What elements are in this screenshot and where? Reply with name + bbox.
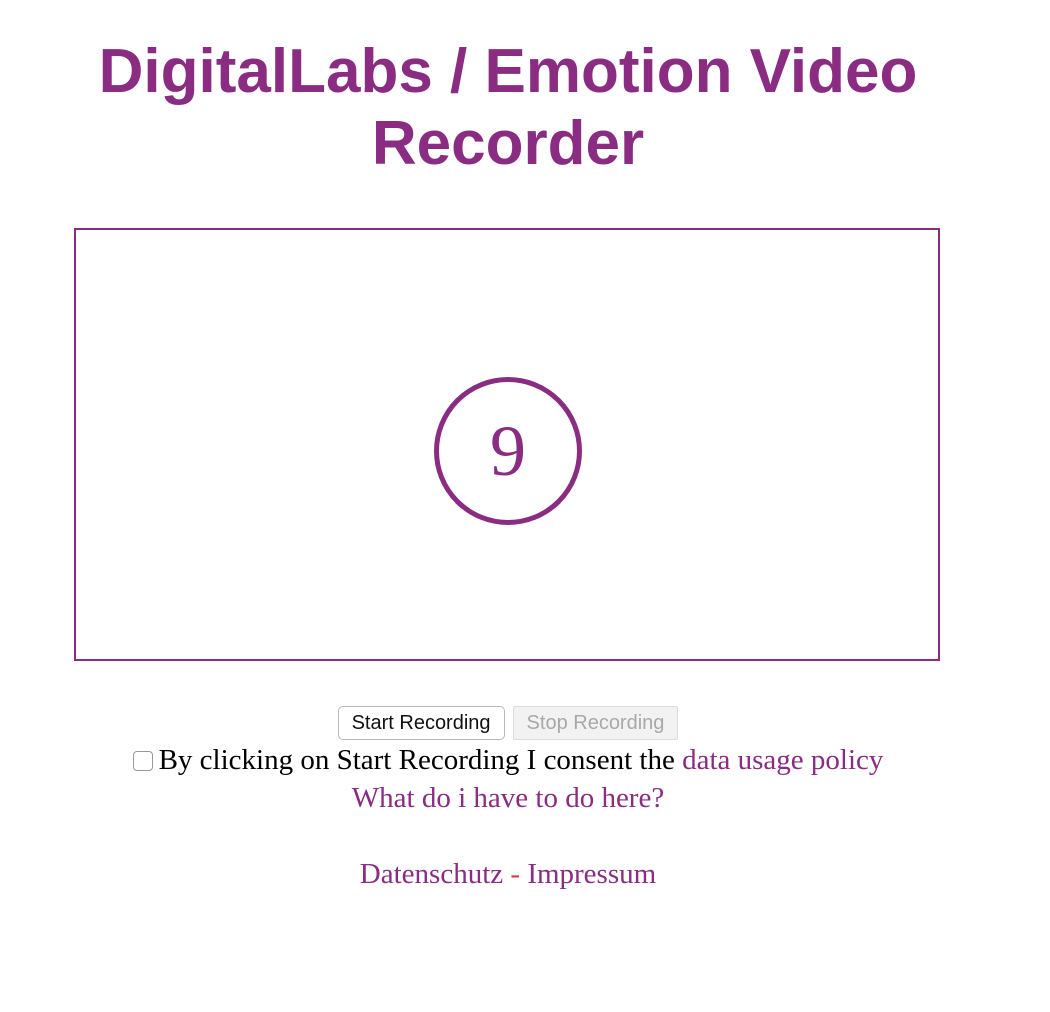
countdown-circle: 9 [434,377,582,525]
video-preview: 9 [74,228,940,661]
start-recording-button[interactable]: Start Recording [337,706,505,740]
consent-row: By clicking on Start Recording I consent… [0,740,1016,780]
consent-checkbox[interactable] [132,751,153,771]
page-title-line1: DigitalLabs / Emotion Video [98,37,918,106]
datenschutz-link[interactable]: Datenschutz [360,858,503,890]
data-usage-policy-link[interactable]: data usage policy [682,744,883,776]
page-title: DigitalLabs / Emotion Video Recorder [0,36,1016,180]
stop-recording-button[interactable]: Stop Recording [512,706,679,740]
help-row: What do i have to do here? [0,778,1016,818]
page-title-line2: Recorder [371,109,645,178]
consent-text: By clicking on Start Recording I consent… [158,744,683,776]
countdown-value: 9 [490,411,526,491]
help-link[interactable]: What do i have to do here? [352,782,664,814]
impressum-link[interactable]: Impressum [527,858,656,890]
footer: Datenschutz - Impressum [0,854,1016,894]
recording-controls: Start Recording Stop Recording [0,706,1016,740]
footer-separator: - [503,858,528,890]
